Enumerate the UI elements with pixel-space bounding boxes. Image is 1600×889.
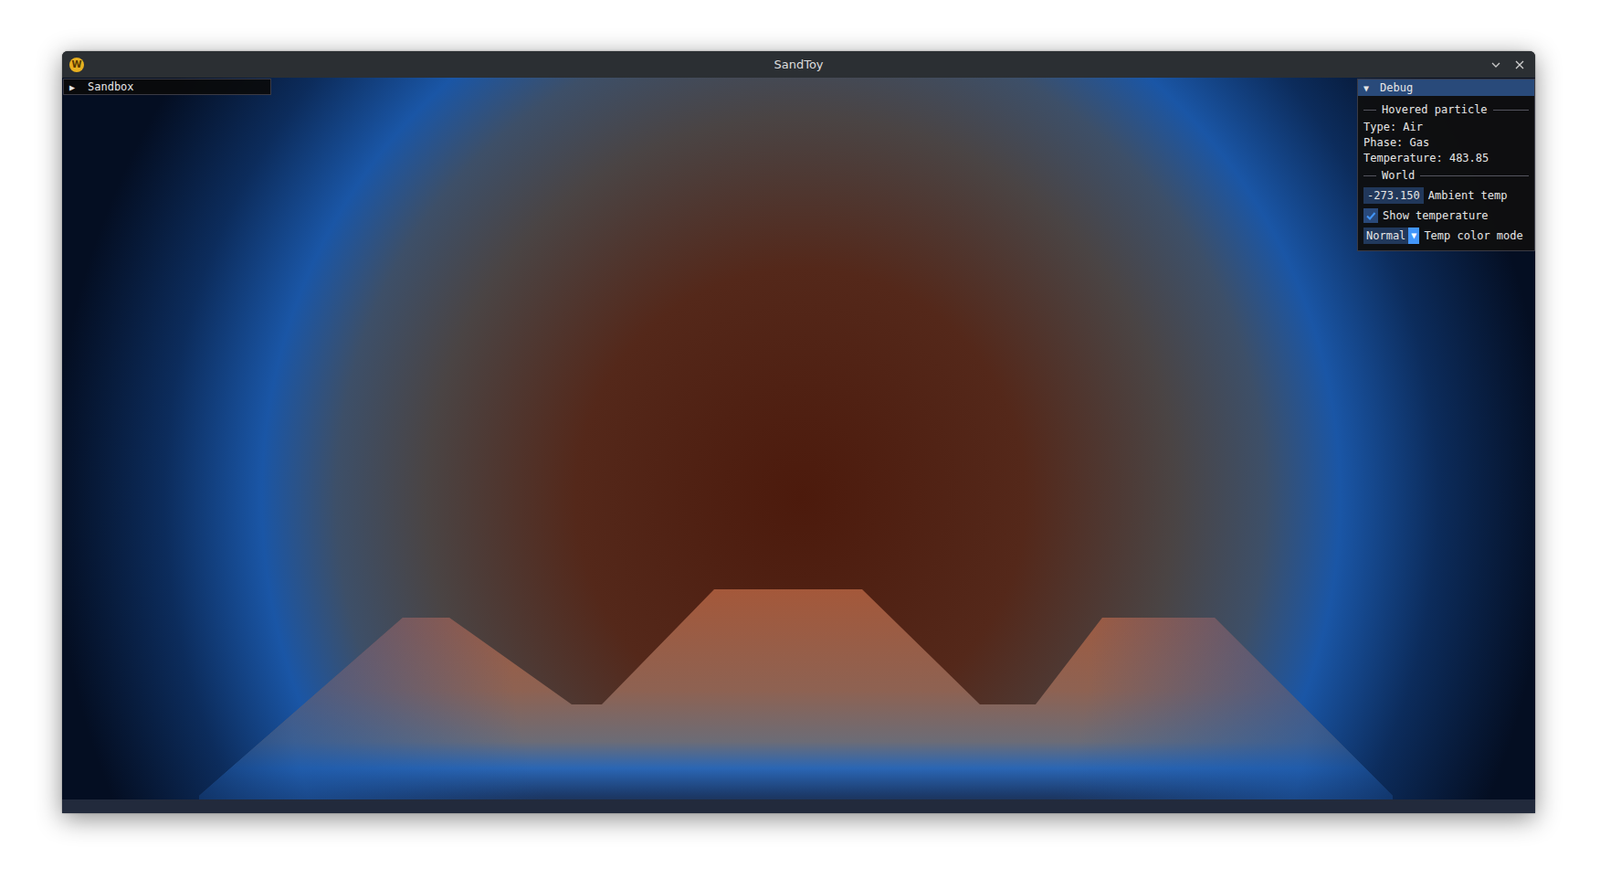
dropdown-arrow-icon[interactable]: ▼ [1408,227,1420,244]
window-title: SandToy [773,57,823,72]
panel-title: Debug [1379,81,1413,95]
simulation-area[interactable]: ▶ Sandbox ▼ Debug Hovered particle Type: … [62,77,1536,813]
sandbox-panel[interactable]: ▶ Sandbox [63,78,272,95]
section-separator: Hovered particle [1363,101,1529,118]
checkmark-icon [1365,210,1377,222]
info-text: Phase: Gas [1363,136,1529,149]
panel-title: Sandbox [87,80,135,94]
debug-title-bar[interactable]: ▼ Debug [1357,79,1535,96]
title-bar[interactable]: W SandToy [62,51,1536,78]
desktop: W SandToy ▶ Sandbox ▼ Debug Hovered part… [0,0,1600,889]
show-temperature-checkbox[interactable]: Show temperature [1363,206,1529,224]
app-window: W SandToy ▶ Sandbox ▼ Debug Hovered part… [62,51,1536,813]
app-logo-icon: W [69,57,85,73]
checkbox-label: Show temperature [1382,209,1489,222]
info-text: Type: Air [1363,120,1529,134]
temp-color-mode-dropdown[interactable]: Normal▼ [1363,227,1420,244]
temperature-canvas[interactable] [62,77,1536,813]
section-separator: World [1363,167,1529,184]
field-label: Ambient temp [1428,189,1508,202]
info-text: Temperature: 483.85 [1363,151,1529,165]
close-icon[interactable] [1511,56,1528,74]
collapse-arrow-icon[interactable]: ▶ [69,82,81,93]
ambient-temp-input[interactable]: -273.150 [1363,187,1424,204]
field-label: Temp color mode [1423,229,1523,243]
debug-panel: ▼ Debug Hovered particle Type: Air Phase: … [1357,78,1536,252]
minimize-chevron-icon[interactable] [1487,56,1505,74]
checkbox[interactable] [1363,208,1379,223]
collapse-arrow-icon[interactable]: ▼ [1363,83,1375,94]
